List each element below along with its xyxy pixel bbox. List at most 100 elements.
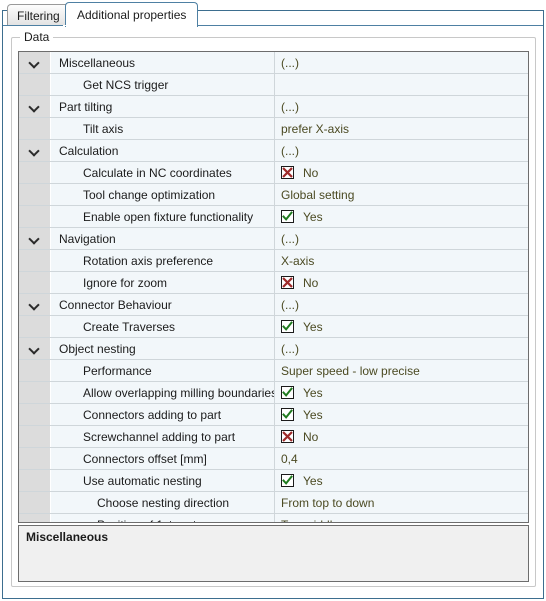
property-value-cell[interactable]: Yes bbox=[275, 404, 528, 425]
table-row[interactable]: Allow overlapping milling boundaries Yes bbox=[19, 382, 528, 404]
table-row[interactable]: Object nesting (...) bbox=[19, 338, 528, 360]
property-name-label: Tool change optimization bbox=[83, 187, 216, 202]
property-value-cell[interactable]: From top to down bbox=[275, 492, 528, 513]
property-name-cell[interactable]: Allow overlapping milling boundaries bbox=[51, 382, 275, 403]
data-groupbox-title: Data bbox=[20, 30, 54, 44]
row-gutter bbox=[19, 514, 51, 522]
property-name-cell[interactable]: Position of 1st part bbox=[51, 514, 275, 522]
property-name-cell[interactable]: Connector Behaviour bbox=[51, 294, 275, 315]
property-name-cell[interactable]: Get NCS trigger bbox=[51, 74, 275, 95]
property-value-cell[interactable]: (...) bbox=[275, 294, 528, 315]
checkmark-icon bbox=[281, 474, 294, 487]
property-name-cell[interactable]: Rotation axis preference bbox=[51, 250, 275, 271]
property-name-cell[interactable]: Object nesting bbox=[51, 338, 275, 359]
property-name-cell[interactable]: Part tilting bbox=[51, 96, 275, 117]
property-name-cell[interactable]: Calculation bbox=[51, 140, 275, 161]
row-gutter bbox=[19, 272, 51, 293]
table-row[interactable]: Connectors offset [mm] 0,4 bbox=[19, 448, 528, 470]
table-row[interactable]: Enable open fixture functionality Yes bbox=[19, 206, 528, 228]
chevron-down-icon bbox=[29, 343, 40, 354]
property-name-cell[interactable]: Create Traverses bbox=[51, 316, 275, 337]
table-row[interactable]: Miscellaneous (...) bbox=[19, 52, 528, 74]
property-name-cell[interactable]: Connectors adding to part bbox=[51, 404, 275, 425]
table-row[interactable]: Get NCS trigger bbox=[19, 74, 528, 96]
property-value-cell[interactable]: (...) bbox=[275, 228, 528, 249]
property-value-cell[interactable]: X-axis bbox=[275, 250, 528, 271]
property-name-cell[interactable]: Performance bbox=[51, 360, 275, 381]
property-value-cell[interactable]: (...) bbox=[275, 338, 528, 359]
chevron-down-icon bbox=[29, 299, 40, 310]
table-row[interactable]: Calculate in NC coordinates No bbox=[19, 162, 528, 184]
property-name-label: Tilt axis bbox=[83, 121, 124, 136]
property-value-label: (...) bbox=[281, 231, 299, 246]
property-name-label: Use automatic nesting bbox=[83, 473, 202, 488]
property-value-cell[interactable]: (...) bbox=[275, 96, 528, 117]
table-row[interactable]: Screwchannel adding to part No bbox=[19, 426, 528, 448]
table-row[interactable]: Part tilting (...) bbox=[19, 96, 528, 118]
table-row[interactable]: Use automatic nesting Yes bbox=[19, 470, 528, 492]
table-row[interactable]: Position of 1st part Top middle bbox=[19, 514, 528, 522]
property-name-cell[interactable]: Use automatic nesting bbox=[51, 470, 275, 491]
table-row[interactable]: Ignore for zoom No bbox=[19, 272, 528, 294]
property-name-cell[interactable]: Connectors offset [mm] bbox=[51, 448, 275, 469]
property-value-cell[interactable]: Super speed - low precise bbox=[275, 360, 528, 381]
tab-strip: Filtering Additional properties bbox=[3, 2, 543, 27]
property-value-cell[interactable]: Yes bbox=[275, 382, 528, 403]
property-name-cell[interactable]: Tool change optimization bbox=[51, 184, 275, 205]
property-name-cell[interactable]: Screwchannel adding to part bbox=[51, 426, 275, 447]
table-row[interactable]: Navigation (...) bbox=[19, 228, 528, 250]
expand-toggle[interactable] bbox=[19, 96, 51, 117]
tab-filtering[interactable]: Filtering bbox=[7, 4, 70, 26]
property-name-label: Enable open fixture functionality bbox=[83, 209, 254, 224]
property-value-cell[interactable]: Yes bbox=[275, 206, 528, 227]
property-value-cell[interactable]: No bbox=[275, 162, 528, 183]
property-name-label: Allow overlapping milling boundaries bbox=[83, 385, 275, 400]
row-gutter bbox=[19, 382, 51, 403]
expand-toggle[interactable] bbox=[19, 338, 51, 359]
property-name-cell[interactable]: Ignore for zoom bbox=[51, 272, 275, 293]
table-row[interactable]: Connector Behaviour (...) bbox=[19, 294, 528, 316]
property-value-label: 0,4 bbox=[281, 451, 298, 466]
property-name-label: Performance bbox=[83, 363, 152, 378]
property-value-cell[interactable]: (...) bbox=[275, 140, 528, 161]
property-name-cell[interactable]: Tilt axis bbox=[51, 118, 275, 139]
property-name-cell[interactable]: Miscellaneous bbox=[51, 52, 275, 73]
property-name-cell[interactable]: Calculate in NC coordinates bbox=[51, 162, 275, 183]
checkmark-icon bbox=[281, 320, 294, 333]
property-grid[interactable]: Miscellaneous (...) Get NCS trigger Part ti… bbox=[18, 51, 529, 523]
property-name-cell[interactable]: Navigation bbox=[51, 228, 275, 249]
tab-additional-properties[interactable]: Additional properties bbox=[65, 2, 199, 27]
expand-toggle[interactable] bbox=[19, 140, 51, 161]
property-value-cell[interactable]: (...) bbox=[275, 52, 528, 73]
property-value-cell[interactable]: 0,4 bbox=[275, 448, 528, 469]
property-value-cell[interactable]: Yes bbox=[275, 470, 528, 491]
row-gutter bbox=[19, 404, 51, 425]
row-gutter bbox=[19, 316, 51, 337]
table-row[interactable]: Connectors adding to part Yes bbox=[19, 404, 528, 426]
property-value-cell[interactable]: No bbox=[275, 272, 528, 293]
property-value-cell[interactable] bbox=[275, 74, 528, 95]
table-row[interactable]: Performance Super speed - low precise bbox=[19, 360, 528, 382]
property-value-cell[interactable]: No bbox=[275, 426, 528, 447]
property-value-label: (...) bbox=[281, 55, 299, 70]
row-gutter bbox=[19, 492, 51, 513]
property-value-cell[interactable]: Yes bbox=[275, 316, 528, 337]
property-value-label: (...) bbox=[281, 341, 299, 356]
table-row[interactable]: Rotation axis preference X-axis bbox=[19, 250, 528, 272]
row-gutter bbox=[19, 184, 51, 205]
property-value-cell[interactable]: Global setting bbox=[275, 184, 528, 205]
property-name-cell[interactable]: Choose nesting direction bbox=[51, 492, 275, 513]
row-gutter bbox=[19, 118, 51, 139]
property-value-cell[interactable]: prefer X-axis bbox=[275, 118, 528, 139]
expand-toggle[interactable] bbox=[19, 294, 51, 315]
table-row[interactable]: Calculation (...) bbox=[19, 140, 528, 162]
table-row[interactable]: Choose nesting direction From top to down bbox=[19, 492, 528, 514]
property-name-cell[interactable]: Enable open fixture functionality bbox=[51, 206, 275, 227]
expand-toggle[interactable] bbox=[19, 52, 51, 73]
table-row[interactable]: Create Traverses Yes bbox=[19, 316, 528, 338]
table-row[interactable]: Tool change optimization Global setting bbox=[19, 184, 528, 206]
table-row[interactable]: Tilt axis prefer X-axis bbox=[19, 118, 528, 140]
property-value-label: No bbox=[303, 275, 319, 290]
expand-toggle[interactable] bbox=[19, 228, 51, 249]
property-value-cell[interactable]: Top middle bbox=[275, 514, 528, 522]
